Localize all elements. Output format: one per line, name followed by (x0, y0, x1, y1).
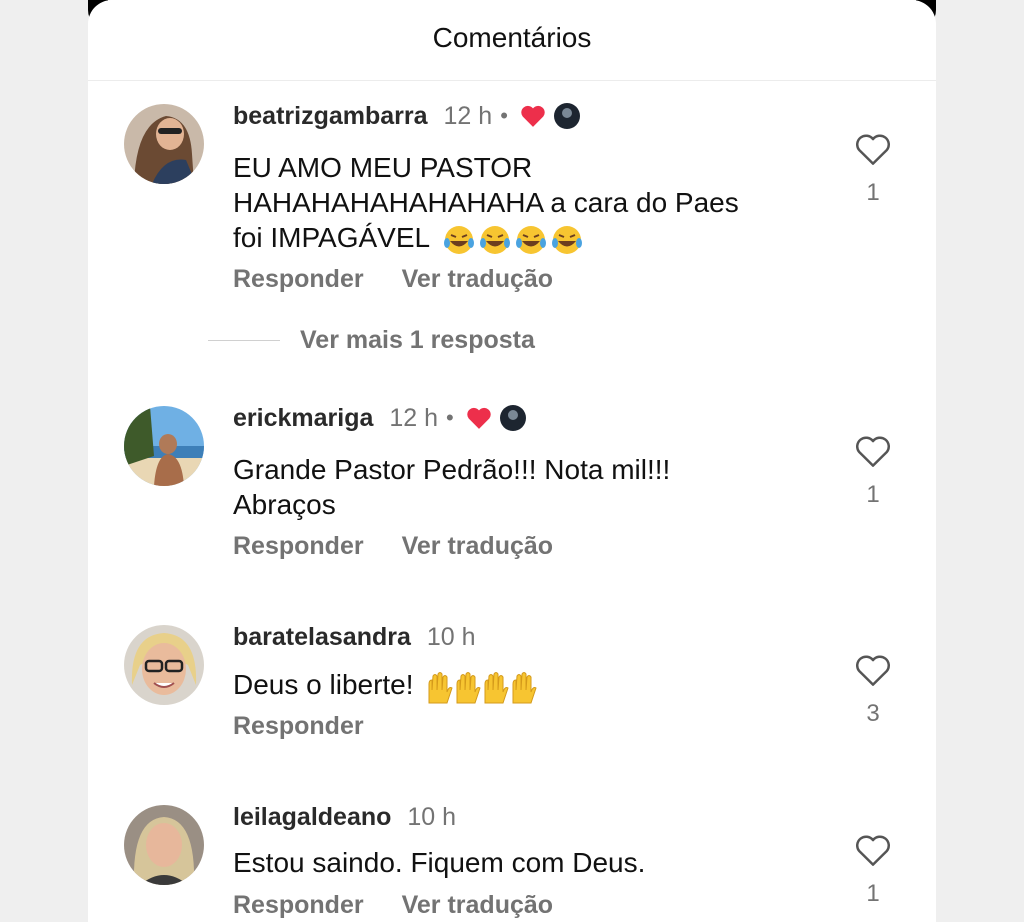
page-title: Comentários (432, 22, 592, 53)
comment-text: EU AMO MEU PASTOR HAHAHAHAHAHAHAHA a car… (233, 150, 833, 256)
comment-line-wrap: Deus o liberte! (233, 667, 833, 704)
username[interactable]: erickmariga (233, 404, 373, 433)
username[interactable]: beatrizgambarra (233, 102, 428, 131)
red-heart-icon (466, 406, 492, 430)
avatar[interactable] (124, 805, 204, 885)
author-avatar-icon (553, 103, 580, 129)
comment-actions: Responder (233, 712, 364, 741)
comments-header: Comentários (88, 0, 936, 81)
see-translation-button[interactable]: Ver tradução (402, 265, 553, 294)
timestamp: 10 h (426, 622, 476, 651)
comment-text: Deus o liberte! (233, 667, 833, 704)
view-more-replies-button[interactable]: Ver mais 1 resposta (208, 326, 535, 355)
comment-line: EU AMO MEU PASTOR (233, 152, 533, 183)
timestamp: 10 h (407, 802, 457, 831)
divider (208, 340, 280, 341)
comment-text: Estou saindo. Fiquem com Deus. (233, 845, 833, 880)
like-control: 3 (851, 653, 895, 728)
comment-actions: Responder Ver tradução (233, 891, 553, 920)
comment-meta: baratelasandra 10 h (233, 619, 476, 655)
reply-button[interactable]: Responder (233, 712, 364, 741)
like-count: 1 (866, 880, 880, 907)
comment-text: Grande Pastor Pedrão!!! Nota mil!!! Abra… (233, 452, 833, 522)
comment-line: Deus o liberte! (233, 669, 414, 700)
comment-line: HAHAHAHAHAHAHAHA a cara do Paes (233, 187, 739, 218)
comment-line: Grande Pastor Pedrão!!! Nota mil!!! (233, 454, 671, 485)
like-count: 1 (866, 179, 880, 206)
like-control: 1 (851, 434, 895, 509)
like-count: 3 (866, 700, 880, 727)
see-translation-button[interactable]: Ver tradução (402, 532, 553, 561)
view-more-replies-label: Ver mais 1 resposta (300, 326, 535, 354)
like-control: 1 (851, 132, 895, 207)
comment-line: Abraços (233, 489, 336, 520)
author-avatar-icon (499, 405, 526, 431)
reply-button[interactable]: Responder (233, 265, 364, 294)
see-translation-button[interactable]: Ver tradução (402, 891, 553, 920)
heart-outline-icon[interactable] (854, 436, 892, 472)
like-control: 1 (851, 833, 895, 908)
username[interactable]: leilagaldeano (233, 803, 391, 832)
comment-meta: leilagaldeano 10 h (233, 799, 456, 835)
comment-line-wrap: foi IMPAGÁVEL (233, 220, 833, 256)
reply-button[interactable]: Responder (233, 532, 364, 561)
laugh-emoji-icon (443, 222, 583, 254)
reply-button[interactable]: Responder (233, 891, 364, 920)
comments-sheet[interactable]: Comentários beatrizgambarra 12 h • EU AM… (88, 0, 936, 922)
comment-line: foi IMPAGÁVEL (233, 222, 430, 253)
heart-outline-icon[interactable] (854, 655, 892, 691)
username[interactable]: baratelasandra (233, 623, 411, 652)
comment-actions: Responder Ver tradução (233, 532, 553, 561)
timestamp: 12 h (389, 403, 439, 432)
avatar[interactable] (124, 625, 204, 705)
separator-dot: • (446, 405, 454, 430)
comment-line: Estou saindo. Fiquem com Deus. (233, 847, 646, 878)
heart-outline-icon[interactable] (854, 134, 892, 170)
separator-dot: • (500, 103, 508, 128)
avatar[interactable] (124, 406, 204, 486)
comment-meta: erickmariga 12 h • (233, 400, 526, 436)
raising-hands-emoji-icon (425, 669, 537, 704)
timestamp: 12 h (443, 101, 493, 130)
like-count: 1 (866, 481, 880, 508)
comment-actions: Responder Ver tradução (233, 265, 553, 294)
avatar[interactable] (124, 104, 204, 184)
heart-outline-icon[interactable] (854, 835, 892, 871)
red-heart-icon (520, 104, 546, 128)
comment-meta: beatrizgambarra 12 h • (233, 98, 580, 134)
